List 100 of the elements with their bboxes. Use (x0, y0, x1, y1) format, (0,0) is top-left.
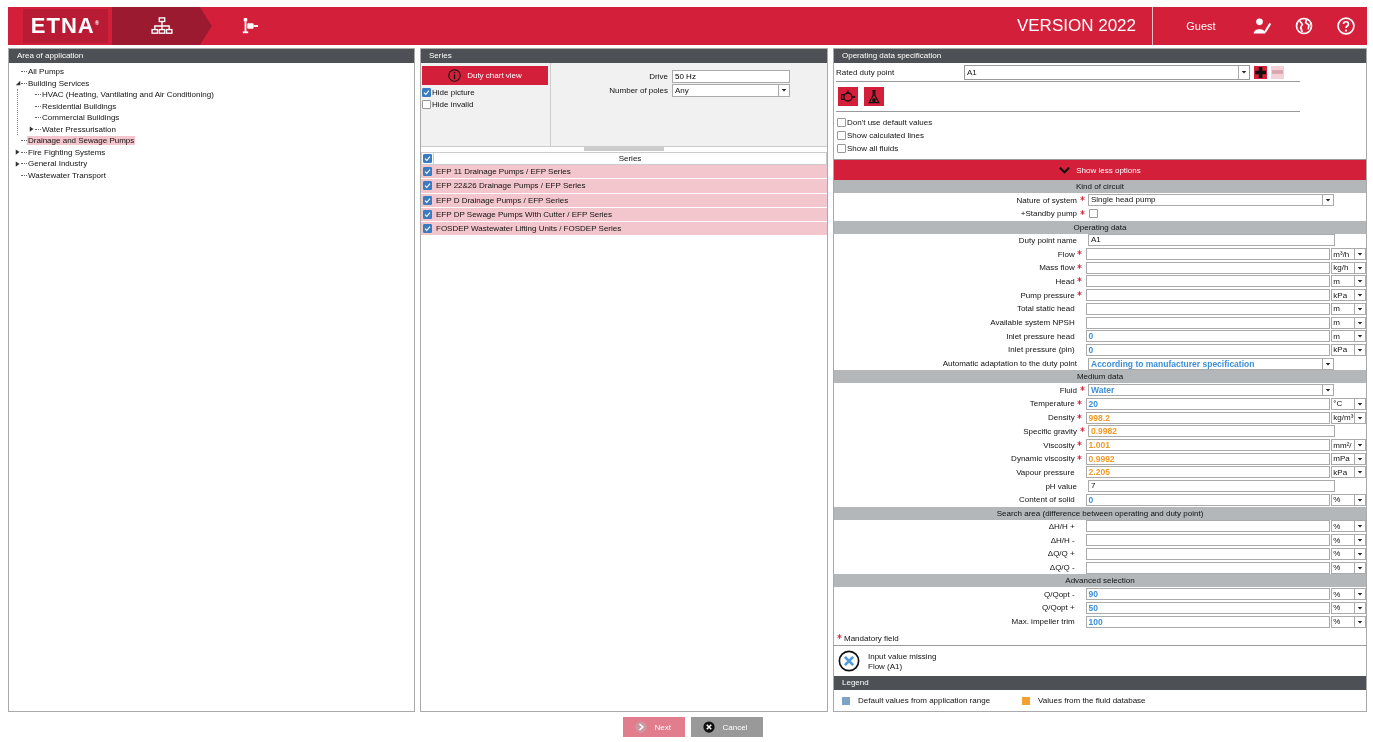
input-field[interactable]: 50 (1085, 601, 1331, 614)
version-label: VERSION 2022 (1016, 16, 1136, 36)
input-field[interactable] (1085, 261, 1331, 274)
triangle-right-icon[interactable] (15, 160, 21, 167)
breadcrumb-tab[interactable] (112, 7, 212, 45)
checkbox[interactable] (837, 144, 846, 154)
checkbox[interactable] (423, 210, 432, 220)
required-icon (1077, 263, 1083, 269)
duty-chart-button[interactable]: Duty chart view (422, 66, 548, 85)
tree-item[interactable]: HVAC (Heating, Vantilating and Air Conditioning) (41, 90, 215, 100)
show-options-toggle[interactable]: Show less options (834, 160, 1366, 181)
unit-dropdown[interactable]: % (1331, 561, 1366, 574)
input-field[interactable]: 100 (1085, 615, 1331, 628)
unit-dropdown[interactable]: m (1331, 302, 1366, 315)
user-edit-icon[interactable] (1252, 16, 1272, 36)
unit-dropdown[interactable]: kPa (1331, 466, 1366, 479)
input-field[interactable] (1085, 289, 1331, 302)
input-field[interactable]: 90 (1085, 588, 1331, 601)
pump-tool-button[interactable] (838, 87, 858, 107)
unit-dropdown[interactable]: % (1331, 601, 1366, 614)
dropdown[interactable]: According to manufacturer specification (1088, 357, 1334, 370)
unit-dropdown[interactable]: m (1331, 316, 1366, 329)
required-icon (1077, 454, 1083, 460)
arrow-right-icon (634, 721, 647, 733)
caret-icon (1241, 69, 1247, 76)
input-field[interactable] (1085, 547, 1331, 560)
field-label: Q/Qopt - (1043, 589, 1075, 599)
add-button[interactable] (1254, 65, 1267, 79)
checkbox-label: Hide invalid (432, 99, 474, 109)
input-field[interactable]: 0 (1085, 330, 1331, 343)
unit-dropdown[interactable]: % (1331, 615, 1366, 628)
section-header: Kind of circuit (834, 180, 1366, 194)
input-field[interactable] (1085, 561, 1331, 574)
unit-dropdown[interactable]: m (1331, 275, 1366, 288)
tree-item[interactable]: Residential Buildings (41, 101, 118, 111)
input-field[interactable] (1085, 534, 1331, 547)
checkbox[interactable] (423, 167, 432, 177)
unit-dropdown[interactable]: % (1331, 588, 1366, 601)
checkbox[interactable] (837, 131, 846, 141)
unit-dropdown[interactable]: kg/h (1331, 261, 1366, 274)
tree-item[interactable]: Building Services (27, 78, 91, 88)
unit-dropdown[interactable]: kPa (1331, 343, 1366, 356)
dropdown[interactable]: Any (672, 83, 790, 97)
unit-dropdown[interactable]: kPa (1331, 289, 1366, 302)
checkbox[interactable] (423, 181, 432, 191)
help-icon[interactable] (1336, 16, 1356, 36)
input-field[interactable] (1085, 520, 1331, 533)
unit-dropdown[interactable]: % (1331, 534, 1366, 547)
dropdown[interactable]: Water (1088, 384, 1334, 397)
unit-dropdown[interactable]: % (1331, 547, 1366, 560)
field-label: Head (1054, 276, 1075, 286)
input-field[interactable]: 50 Hz (672, 69, 790, 83)
section-header: Medium data (834, 370, 1366, 384)
tree-item[interactable]: Commercial Buildings (41, 113, 121, 123)
input-field[interactable]: A1 (1088, 234, 1335, 247)
checkbox[interactable] (837, 118, 846, 128)
unit-dropdown[interactable]: % (1331, 493, 1366, 506)
field-label: Rated duty point (836, 67, 896, 77)
triangle-down-icon[interactable] (15, 80, 21, 87)
chevron-icon (1059, 166, 1071, 175)
unit-dropdown[interactable]: m³/h (1331, 248, 1366, 261)
required-icon (1079, 386, 1085, 392)
checkbox[interactable] (422, 87, 431, 97)
triangle-right-icon[interactable] (29, 126, 35, 133)
tree-item[interactable]: All Pumps (27, 67, 65, 77)
pump-icon (840, 88, 856, 105)
flask-tool-button[interactable] (864, 87, 884, 107)
field-label: Pump pressure (1019, 290, 1075, 300)
required-icon (1079, 209, 1085, 215)
tree-item[interactable]: Fire Fighting Systems (27, 147, 107, 157)
tree-item[interactable]: General Industry (27, 159, 89, 169)
checkbox[interactable] (1089, 209, 1098, 219)
input-field[interactable]: 7 (1088, 480, 1335, 493)
checkbox[interactable] (423, 195, 432, 205)
unit-dropdown[interactable]: mPa (1331, 452, 1366, 465)
tree-item[interactable]: Drainage and Sewage Pumps (27, 136, 136, 146)
input-field[interactable] (1085, 275, 1331, 288)
input-field[interactable] (1085, 248, 1331, 261)
globe-icon[interactable] (1294, 16, 1314, 36)
input-field[interactable] (1085, 302, 1331, 315)
unit-dropdown[interactable]: mm²/ (1331, 439, 1366, 451)
dropdown[interactable]: A1 (964, 64, 1250, 80)
tree-item[interactable]: Water Pressurisation (41, 124, 117, 134)
checkbox[interactable] (423, 224, 432, 234)
checkbox[interactable] (422, 99, 431, 109)
unit-dropdown[interactable]: m (1331, 330, 1366, 343)
input-field[interactable]: 0 (1085, 493, 1331, 506)
field-label: Density (1047, 413, 1075, 423)
field-label: Number of poles (608, 85, 669, 95)
dropdown[interactable]: Single head pump (1088, 194, 1334, 206)
input-field[interactable]: 20 (1085, 397, 1331, 410)
unit-dropdown[interactable]: % (1331, 520, 1366, 533)
tree-item[interactable]: Wastewater Transport (27, 170, 107, 180)
input-field[interactable]: 0 (1085, 343, 1331, 356)
triangle-right-icon[interactable] (15, 149, 21, 156)
unit-dropdown[interactable]: °C (1331, 397, 1366, 410)
unit-dropdown[interactable]: kg/m³ (1331, 411, 1366, 424)
column-header: Series (617, 154, 643, 163)
input-field[interactable] (1085, 316, 1331, 329)
checkbox[interactable] (423, 154, 432, 163)
